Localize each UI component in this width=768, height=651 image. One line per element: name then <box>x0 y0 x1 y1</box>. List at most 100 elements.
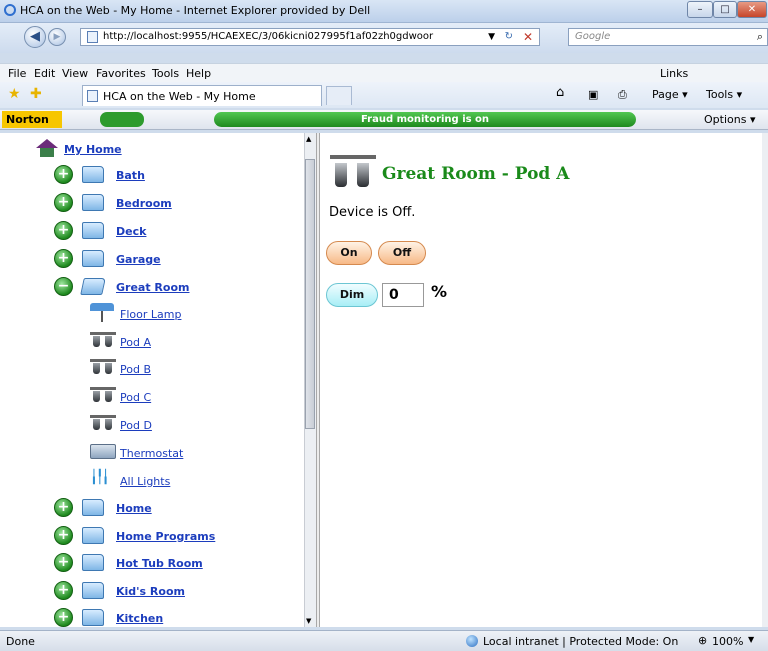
collapse-minus-icon[interactable]: − <box>54 277 73 296</box>
norton-logo: Norton <box>2 111 62 128</box>
tab-page-icon <box>87 90 98 102</box>
zoom-dropdown-icon[interactable]: ▼ <box>748 635 754 644</box>
folder-icon <box>82 582 104 599</box>
device-tree: My Home + Bath + Bedroom + Deck + Garage… <box>18 133 304 627</box>
folder-icon <box>82 609 104 626</box>
refresh-icon[interactable]: ↻ <box>505 31 513 42</box>
tree-label-hot-tub-room[interactable]: Hot Tub Room <box>116 557 203 570</box>
expand-plus-icon[interactable]: + <box>54 498 73 517</box>
norton-options-menu[interactable]: Options ▾ <box>704 113 755 126</box>
tree-label-pod-c[interactable]: Pod C <box>120 391 151 404</box>
tools-menu[interactable]: Tools ▾ <box>706 88 742 101</box>
track-light-icon <box>90 387 116 405</box>
expand-plus-icon[interactable]: + <box>54 526 73 545</box>
minimize-button[interactable]: – <box>687 1 713 18</box>
house-icon <box>36 139 58 148</box>
menu-view[interactable]: View <box>62 67 88 80</box>
forward-button[interactable]: ▶ <box>48 28 66 46</box>
tree-label-bedroom[interactable]: Bedroom <box>116 197 172 210</box>
favorites-star-icon[interactable]: ★ <box>8 86 21 102</box>
expand-plus-icon[interactable]: + <box>54 221 73 240</box>
expand-plus-icon[interactable]: + <box>54 581 73 600</box>
print-icon[interactable]: ⎙ <box>618 88 627 102</box>
tab-title: HCA on the Web - My Home <box>103 90 256 103</box>
folder-open-icon <box>80 278 106 295</box>
search-input[interactable]: Google ⌕ <box>568 28 768 46</box>
scroll-up-icon[interactable]: ▲ <box>306 135 311 143</box>
status-bar: Done Local intranet | Protected Mode: On… <box>0 630 768 651</box>
feeds-icon[interactable]: ▣ <box>588 88 598 101</box>
page-menu[interactable]: Page ▾ <box>652 88 688 101</box>
norton-status-icon[interactable] <box>100 112 144 127</box>
tree-label-kitchen[interactable]: Kitchen <box>116 612 163 625</box>
on-button[interactable]: On <box>326 241 372 265</box>
folder-icon <box>82 250 104 267</box>
tree-label-deck[interactable]: Deck <box>116 225 146 238</box>
folder-icon <box>82 527 104 544</box>
expand-plus-icon[interactable]: + <box>54 249 73 268</box>
home-icon[interactable]: ⌂ <box>556 85 564 100</box>
dim-level-input[interactable]: 0 <box>382 283 424 307</box>
device-title: Great Room - Pod A <box>382 164 570 184</box>
tree-label-pod-a[interactable]: Pod A <box>120 336 151 349</box>
menu-edit[interactable]: Edit <box>34 67 55 80</box>
maximize-button[interactable]: □ <box>713 1 737 18</box>
menu-favorites[interactable]: Favorites <box>96 67 146 80</box>
status-text: Done <box>6 635 35 648</box>
tab-current[interactable]: HCA on the Web - My Home <box>82 85 322 106</box>
fraud-monitoring-bar[interactable]: Fraud monitoring is on <box>214 112 636 127</box>
tree-label-home-programs[interactable]: Home Programs <box>116 530 215 543</box>
tree-label-great-room[interactable]: Great Room <box>116 281 189 294</box>
expand-plus-icon[interactable]: + <box>54 553 73 572</box>
menu-tools[interactable]: Tools <box>152 67 179 80</box>
scroll-down-icon[interactable]: ▼ <box>306 617 311 625</box>
search-icon[interactable]: ⌕ <box>757 30 763 44</box>
window-title: HCA on the Web - My Home - Internet Expl… <box>20 4 371 17</box>
navigation-bar: ◀ ▶ http://localhost:9955/HCAEXEC/3/06ki… <box>0 23 768 53</box>
folder-icon <box>82 166 104 183</box>
folder-icon <box>82 194 104 211</box>
off-button[interactable]: Off <box>378 241 426 265</box>
tree-label-my-home[interactable]: My Home <box>64 143 122 156</box>
tree-label-bath[interactable]: Bath <box>116 169 145 182</box>
track-light-icon <box>90 332 116 350</box>
dim-button[interactable]: Dim <box>326 283 378 307</box>
tree-label-home[interactable]: Home <box>116 502 152 515</box>
lamp-stand-icon <box>101 311 103 322</box>
norton-toolbar: Norton Fraud monitoring is on Options ▾ <box>0 110 768 130</box>
all-lights-icon: ╽╿╽ <box>90 470 110 485</box>
track-light-icon <box>90 359 116 377</box>
address-field[interactable]: http://localhost:9955/HCAEXEC/3/06kicni0… <box>80 28 540 46</box>
percent-label: % <box>431 282 448 301</box>
tree-label-kids-room[interactable]: Kid's Room <box>116 585 185 598</box>
stop-icon[interactable]: ✕ <box>523 30 533 44</box>
house-body-icon <box>40 148 54 157</box>
dropdown-arrow-icon[interactable]: ▼ <box>488 32 495 42</box>
tree-label-thermostat[interactable]: Thermostat <box>120 447 183 460</box>
tree-label-pod-d[interactable]: Pod D <box>120 419 152 432</box>
expand-plus-icon[interactable]: + <box>54 608 73 627</box>
search-placeholder: Google <box>575 31 611 42</box>
tree-label-garage[interactable]: Garage <box>116 253 161 266</box>
security-zone[interactable]: Local intranet | Protected Mode: On <box>483 635 678 648</box>
add-favorites-icon[interactable]: ✚ <box>30 86 42 102</box>
zoom-icon[interactable]: ⊕ <box>698 634 707 647</box>
zoom-level[interactable]: 100% <box>712 635 743 648</box>
new-tab-button[interactable] <box>326 86 352 105</box>
back-button[interactable]: ◀ <box>24 26 46 48</box>
menu-file[interactable]: File <box>8 67 26 80</box>
tree-label-all-lights[interactable]: All Lights <box>120 475 170 488</box>
device-status-text: Device is Off. <box>329 205 416 220</box>
tree-scrollbar-thumb[interactable] <box>305 159 315 429</box>
menu-help[interactable]: Help <box>186 67 211 80</box>
lamp-shade-icon <box>90 303 114 311</box>
tree-label-floor-lamp[interactable]: Floor Lamp <box>120 308 181 321</box>
expand-plus-icon[interactable]: + <box>54 193 73 212</box>
device-panel-scrollbar[interactable] <box>762 133 768 627</box>
window-title-bar: HCA on the Web - My Home - Internet Expl… <box>0 0 768 23</box>
expand-plus-icon[interactable]: + <box>54 165 73 184</box>
close-button[interactable]: ✕ <box>737 1 767 18</box>
links-label[interactable]: Links <box>660 67 688 80</box>
tree-label-pod-b[interactable]: Pod B <box>120 363 151 376</box>
track-light-large-icon <box>330 155 376 189</box>
